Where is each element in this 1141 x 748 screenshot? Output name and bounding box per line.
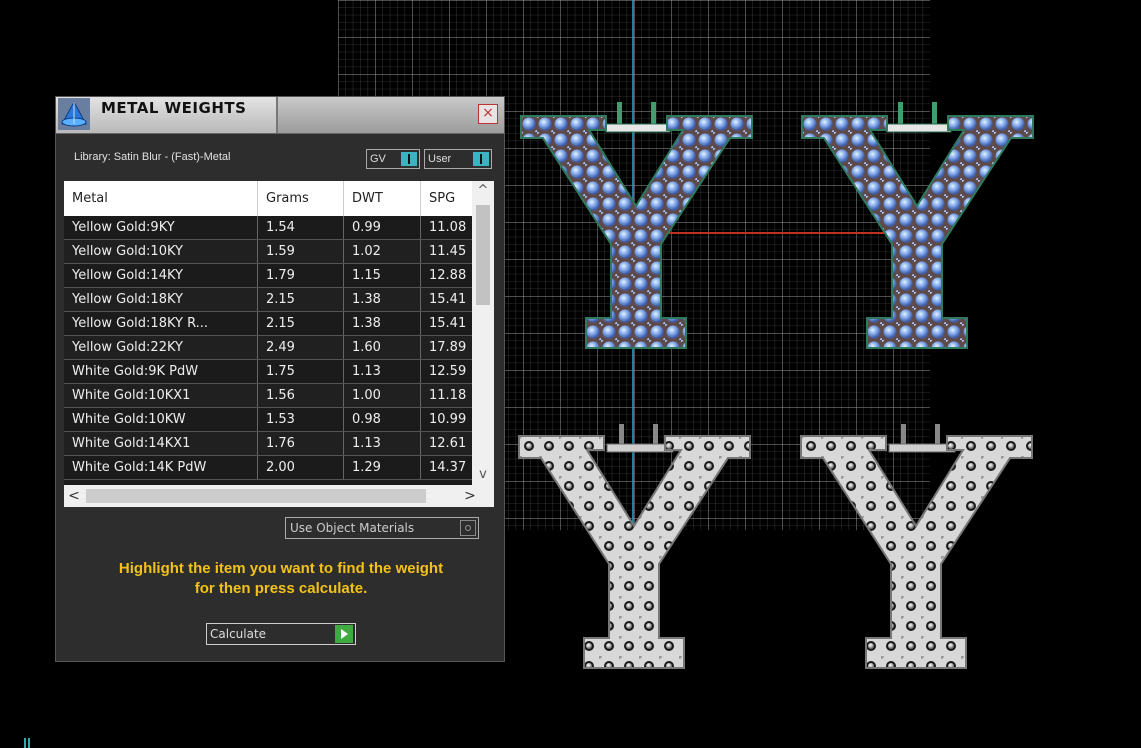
- column-header-grams[interactable]: Grams: [257, 181, 344, 216]
- cell-dwt: 1.29: [343, 455, 421, 480]
- table-row[interactable]: Yellow Gold:14KY 1.79 1.15 12.88: [64, 263, 486, 288]
- table-header-row: Metal Grams DWT SPG: [64, 181, 486, 216]
- close-button[interactable]: ×: [478, 104, 498, 124]
- title-tab: METAL WEIGHTS: [56, 97, 278, 133]
- vertical-scrollbar[interactable]: ^ v: [472, 181, 494, 485]
- cell-dwt: 1.38: [343, 311, 421, 336]
- cell-dwt: 0.99: [343, 216, 421, 240]
- cell-dwt: 1.60: [343, 335, 421, 360]
- chevron-left-icon[interactable]: <: [64, 485, 84, 507]
- cell-grams: 2.49: [257, 335, 344, 360]
- table-row[interactable]: Yellow Gold:22KY 2.49 1.60 17.89: [64, 335, 486, 360]
- table-row[interactable]: White Gold:10KW 1.53 0.98 10.99: [64, 407, 486, 432]
- radio-icon: [460, 520, 476, 536]
- cell-metal: Yellow Gold:14KY: [64, 263, 258, 288]
- instruction-line-1: Highlight the item you want to find the …: [118, 560, 444, 577]
- cell-grams: 1.76: [257, 431, 344, 456]
- gv-toggle[interactable]: GV: [366, 149, 420, 169]
- cell-grams: 1.59: [257, 239, 344, 264]
- horizontal-scrollbar[interactable]: < >: [64, 485, 494, 507]
- cell-metal: Yellow Gold:10KY: [64, 239, 258, 264]
- cell-dwt: 1.02: [343, 239, 421, 264]
- cell-metal: White Gold:14K PdW: [64, 455, 258, 480]
- table-row[interactable]: White Gold:10KX1 1.56 1.00 11.18: [64, 383, 486, 408]
- metal-weights-panel: METAL WEIGHTS × Library: Satin Blur - (F…: [55, 96, 505, 662]
- user-toggle[interactable]: User: [424, 149, 492, 169]
- cell-metal: Yellow Gold:22KY: [64, 335, 258, 360]
- cell-dwt: 1.13: [343, 359, 421, 384]
- use-object-materials-toggle[interactable]: Use Object Materials: [285, 517, 479, 539]
- cell-grams: 2.00: [257, 455, 344, 480]
- cell-grams: 1.79: [257, 263, 344, 288]
- column-header-dwt[interactable]: DWT: [343, 181, 421, 216]
- calculate-button[interactable]: Calculate: [206, 623, 356, 645]
- cell-dwt: 0.98: [343, 407, 421, 432]
- cell-dwt: 1.00: [343, 383, 421, 408]
- scroll-thumb-horizontal[interactable]: [86, 489, 426, 503]
- panel-title: METAL WEIGHTS: [101, 99, 247, 117]
- instruction-line-2: for then press calculate.: [194, 580, 368, 597]
- metal-table[interactable]: Metal Grams DWT SPG Yellow Gold:9KY 1.54 0…: [64, 181, 494, 507]
- use-object-materials-label: Use Object Materials: [290, 521, 415, 535]
- table-row[interactable]: Yellow Gold:18KY 2.15 1.38 15.41: [64, 287, 486, 312]
- cell-dwt: 1.15: [343, 263, 421, 288]
- close-icon: ×: [482, 105, 494, 121]
- toggle-switch-icon: [473, 152, 489, 166]
- cell-metal: White Gold:10KX1: [64, 383, 258, 408]
- cell-grams: 2.15: [257, 311, 344, 336]
- toggle-switch-icon: [401, 152, 417, 166]
- cell-grams: 1.75: [257, 359, 344, 384]
- calculate-label: Calculate: [210, 627, 267, 641]
- cell-metal: Yellow Gold:9KY: [64, 216, 258, 240]
- cell-metal: Yellow Gold:18KY R...: [64, 311, 258, 336]
- cell-metal: Yellow Gold:18KY: [64, 287, 258, 312]
- viewport-corner-marker: [24, 738, 30, 748]
- instruction-text: Highlight the item you want to find the …: [76, 559, 486, 599]
- cell-metal: White Gold:9K PdW: [64, 359, 258, 384]
- table-row[interactable]: Yellow Gold:10KY 1.59 1.02 11.45: [64, 239, 486, 264]
- table-row[interactable]: Yellow Gold:18KY R... 2.15 1.38 15.41: [64, 311, 486, 336]
- cell-grams: 1.54: [257, 216, 344, 240]
- cell-metal: White Gold:10KW: [64, 407, 258, 432]
- table-row[interactable]: Yellow Gold:9KY 1.54 0.99 11.08: [64, 216, 486, 240]
- cell-grams: 1.53: [257, 407, 344, 432]
- library-label: Library: Satin Blur - (Fast)-Metal: [74, 151, 231, 163]
- chevron-down-icon[interactable]: v: [472, 465, 494, 485]
- app-logo-icon: [58, 98, 90, 130]
- chevron-right-icon[interactable]: >: [460, 485, 480, 507]
- play-icon: [335, 625, 353, 643]
- user-toggle-label: User: [428, 153, 452, 165]
- panel-titlebar[interactable]: METAL WEIGHTS ×: [56, 97, 504, 134]
- cell-dwt: 1.13: [343, 431, 421, 456]
- column-header-metal[interactable]: Metal: [64, 181, 258, 216]
- cell-grams: 1.56: [257, 383, 344, 408]
- table-row[interactable]: White Gold:14K PdW 2.00 1.29 14.37: [64, 455, 486, 480]
- table-row[interactable]: White Gold:14KX1 1.76 1.13 12.61: [64, 431, 486, 456]
- cell-grams: 2.15: [257, 287, 344, 312]
- scroll-thumb[interactable]: [476, 205, 490, 305]
- cell-metal: White Gold:14KX1: [64, 431, 258, 456]
- cell-dwt: 1.38: [343, 287, 421, 312]
- gv-toggle-label: GV: [370, 153, 386, 165]
- table-row[interactable]: White Gold:9K PdW 1.75 1.13 12.59: [64, 359, 486, 384]
- chevron-up-icon[interactable]: ^: [472, 181, 494, 201]
